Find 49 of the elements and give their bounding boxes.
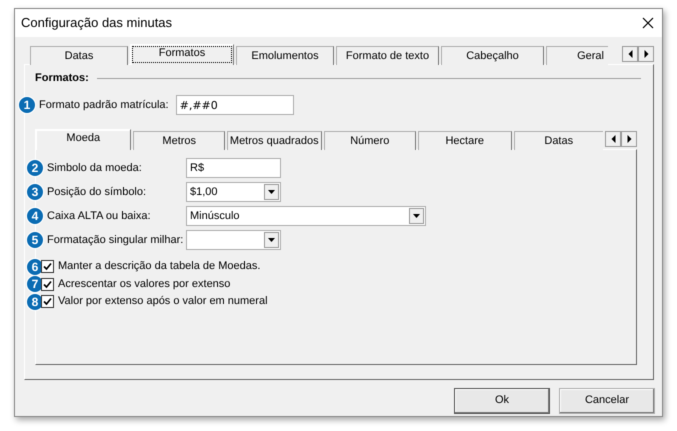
dropdown[interactable]: $1,00	[186, 182, 281, 202]
field-label: Formato padrão matrícula:	[39, 98, 169, 112]
input-field[interactable]: #,##0	[176, 95, 294, 116]
dropdown[interactable]: Minúsculo	[186, 206, 426, 226]
checkbox-label: Acrescentar os valores por extenso	[58, 278, 230, 292]
checkbox[interactable]	[41, 278, 54, 291]
input-field[interactable]: R$	[186, 158, 281, 178]
scroll-right-button[interactable]	[638, 46, 654, 62]
tab[interactable]: Número	[324, 131, 416, 150]
dialog-button[interactable]: Ok	[454, 388, 550, 414]
number-badge: 2	[26, 159, 44, 178]
field-label: Posição do símbolo:	[47, 186, 148, 199]
triangle-left-icon	[628, 50, 632, 58]
caret-icon	[413, 214, 420, 218]
tab[interactable]: Cabeçalho	[441, 46, 544, 65]
scroll-right-button[interactable]	[621, 131, 638, 148]
number-badge: 4	[26, 207, 44, 226]
triangle-right-icon	[626, 135, 632, 144]
number-badge: 1	[18, 96, 36, 114]
tab[interactable]: Datas	[514, 131, 604, 150]
tab[interactable]: Emolumentos	[236, 46, 334, 65]
tab[interactable]: Metros	[133, 131, 225, 150]
scroll-left-button[interactable]	[605, 131, 622, 148]
section-title: Formatos:	[35, 72, 89, 86]
dropdown[interactable]	[186, 230, 281, 250]
triangle-right-icon	[644, 50, 648, 58]
number-badge: 3	[26, 183, 44, 202]
tab[interactable]: Formato de texto	[336, 46, 439, 65]
checkbox[interactable]	[41, 260, 54, 274]
tab[interactable]: Hectare	[418, 131, 512, 150]
scroll-left-button[interactable]	[622, 46, 638, 62]
caret-icon	[268, 190, 275, 194]
tab[interactable]: Datas	[30, 46, 128, 65]
field-label: Formatação singular milhar:	[47, 234, 183, 247]
field-label: Caixa ALTA ou baixa:	[47, 210, 152, 223]
dialog-button[interactable]: Cancelar	[559, 388, 655, 414]
checkbox-label: Valor por extenso após o valor em numeral	[58, 295, 268, 309]
tab[interactable]: Geral	[546, 46, 608, 65]
tab[interactable]: Formatos	[130, 44, 234, 65]
field-label: Simbolo da moeda:	[47, 162, 143, 175]
close-icon[interactable]	[642, 17, 654, 29]
checkbox[interactable]	[41, 295, 54, 308]
tab[interactable]: Metros quadrados	[227, 131, 322, 150]
triangle-left-icon	[610, 135, 616, 144]
tab[interactable]: Moeda	[35, 129, 132, 150]
number-badge: 5	[26, 231, 44, 250]
caret-icon	[268, 238, 275, 242]
checkbox-label: Manter a descrição da tabela de Moedas.	[58, 260, 260, 274]
window-title: Configuração das minutas	[21, 15, 172, 31]
